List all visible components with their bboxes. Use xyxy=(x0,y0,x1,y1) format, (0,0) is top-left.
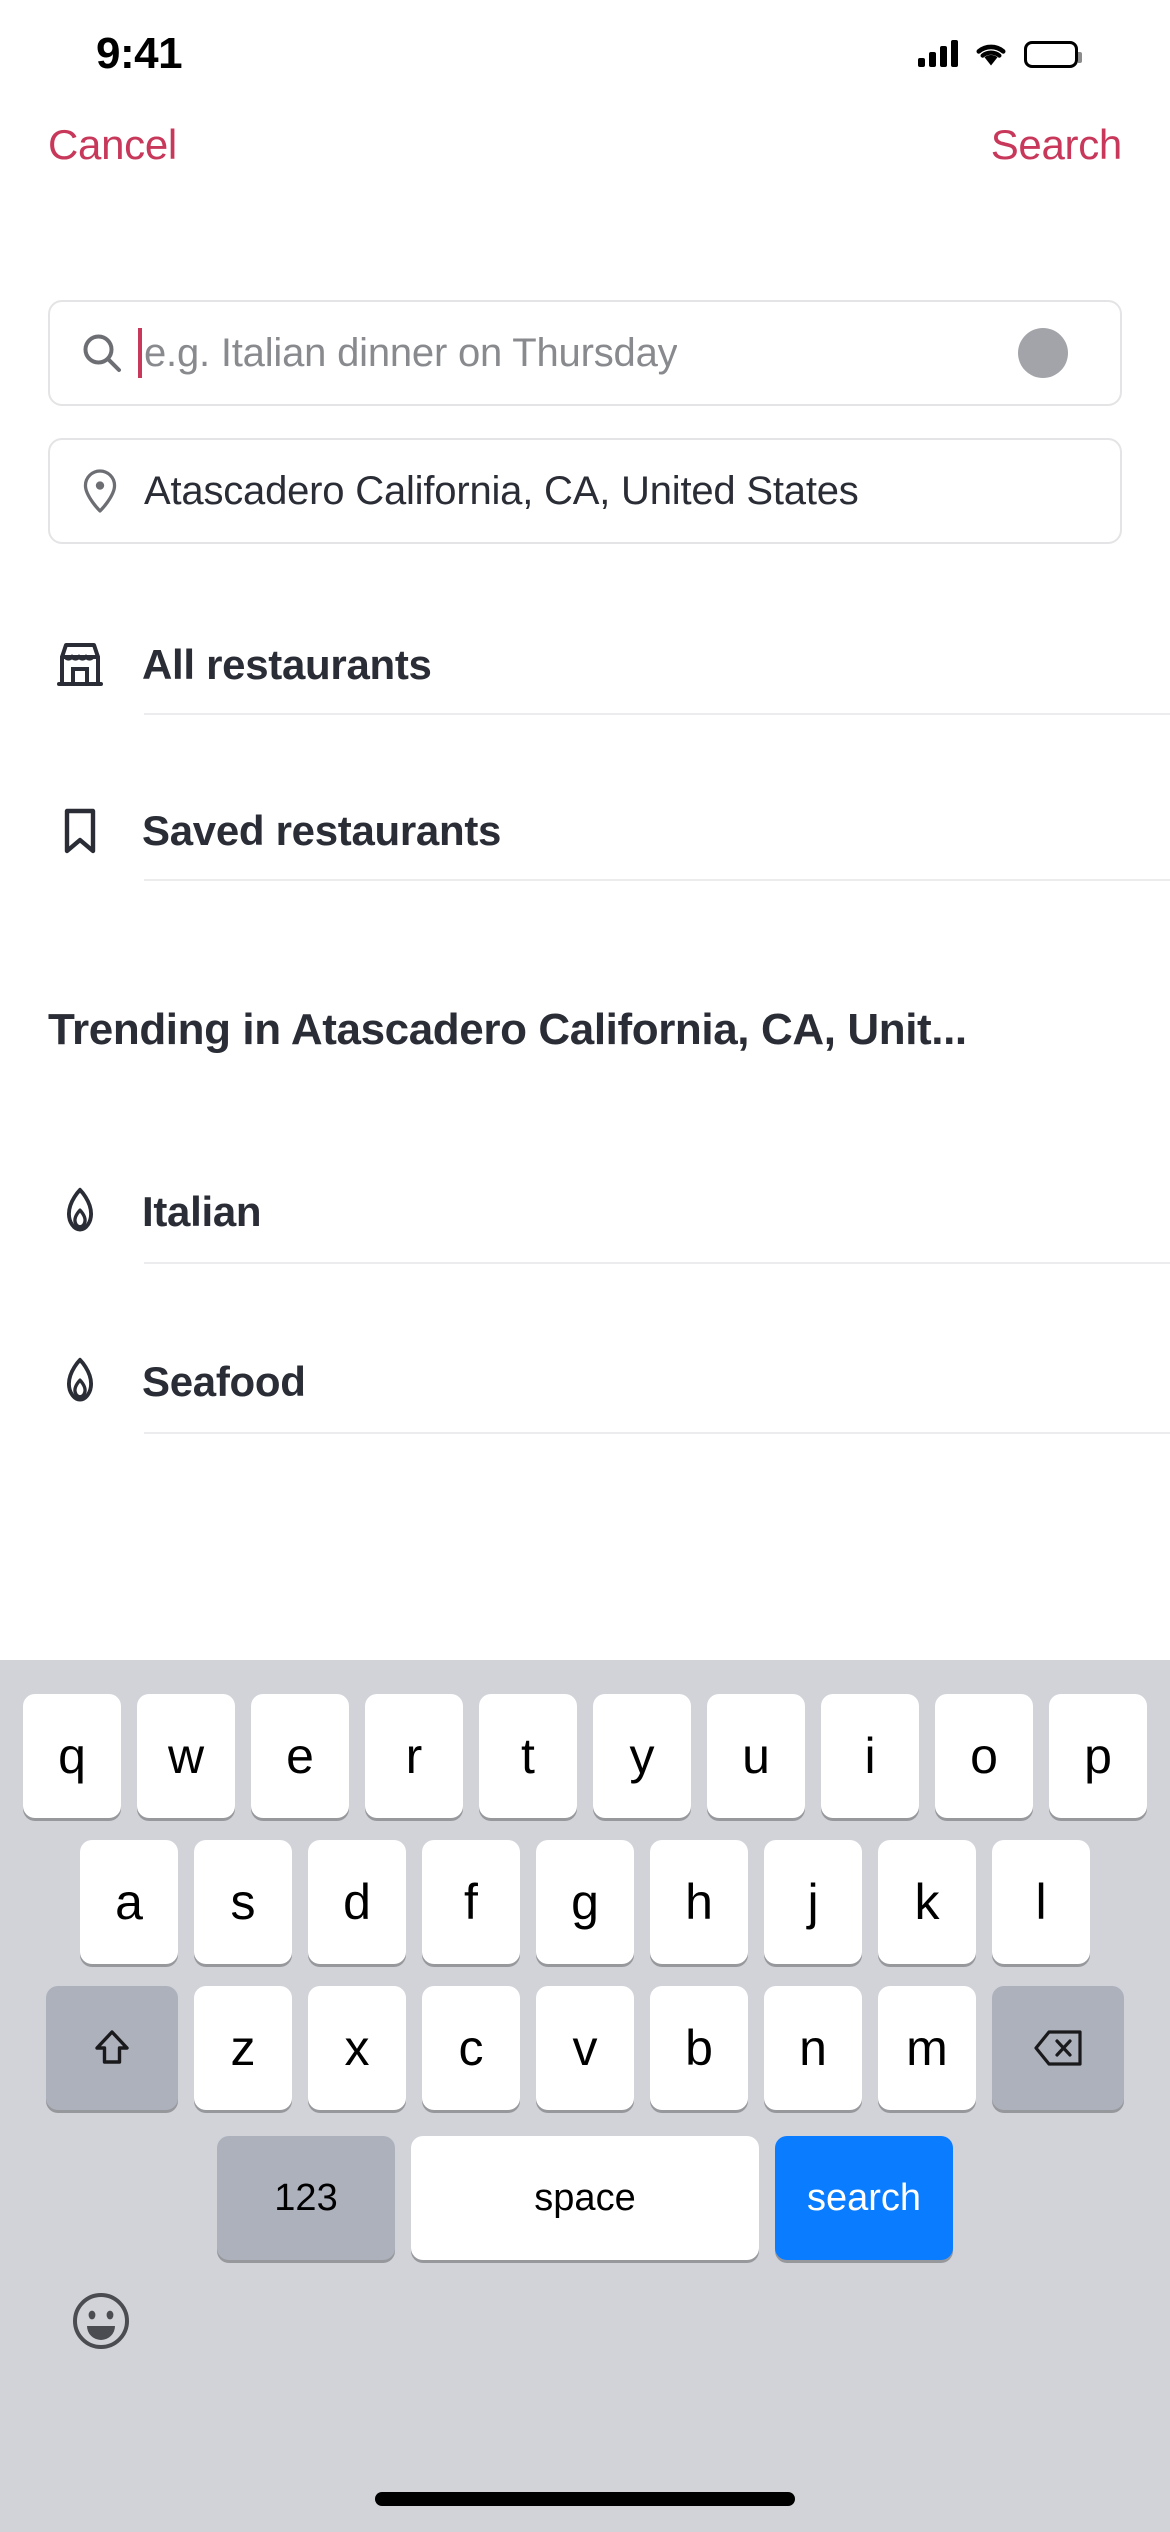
navigation-bar: Cancel Search xyxy=(0,100,1170,190)
row-divider xyxy=(144,1432,1170,1434)
key-b[interactable]: b xyxy=(650,1986,748,2110)
location-field-container[interactable]: Atascadero California, CA, United States xyxy=(48,438,1122,544)
key-l[interactable]: l xyxy=(992,1840,1090,1964)
key-k[interactable]: k xyxy=(878,1840,976,1964)
key-g[interactable]: g xyxy=(536,1840,634,1964)
trending-heading: Trending in Atascadero California, CA, U… xyxy=(48,1005,967,1054)
key-m[interactable]: m xyxy=(878,1986,976,2110)
home-indicator-bar xyxy=(375,2492,795,2506)
key-e[interactable]: e xyxy=(251,1694,349,1818)
trending-item-label: Seafood xyxy=(142,1358,306,1405)
flame-icon xyxy=(50,1355,110,1409)
storefront-icon xyxy=(50,639,110,691)
cellular-signal-icon xyxy=(918,40,958,67)
numbers-key[interactable]: 123 xyxy=(217,2136,395,2260)
search-fields: e.g. Italian dinner on Thursday Atascade… xyxy=(48,300,1122,544)
row-divider xyxy=(144,879,1170,881)
text-cursor xyxy=(138,328,142,378)
keyboard-row-2: a s d f g h j k l xyxy=(0,1840,1170,1964)
key-d[interactable]: d xyxy=(308,1840,406,1964)
key-j[interactable]: j xyxy=(764,1840,862,1964)
keyboard-row-1: q w e r t y u i o p xyxy=(0,1694,1170,1818)
key-w[interactable]: w xyxy=(137,1694,235,1818)
key-q[interactable]: q xyxy=(23,1694,121,1818)
clear-icon[interactable] xyxy=(1018,328,1068,378)
key-i[interactable]: i xyxy=(821,1694,919,1818)
keyboard-utility-row xyxy=(0,2290,1170,2352)
search-input[interactable]: e.g. Italian dinner on Thursday xyxy=(144,331,677,376)
emoji-smiley-icon[interactable] xyxy=(70,2290,132,2352)
key-z[interactable]: z xyxy=(194,1986,292,2110)
location-input[interactable]: Atascadero California, CA, United States xyxy=(144,469,859,514)
trending-list: Italian Seafood xyxy=(0,1160,1170,1434)
status-time: 9:41 xyxy=(96,29,183,78)
key-y[interactable]: y xyxy=(593,1694,691,1818)
quick-links-list: All restaurants Saved restaurants xyxy=(0,615,1170,881)
key-t[interactable]: t xyxy=(479,1694,577,1818)
location-pin-icon xyxy=(80,467,120,515)
menu-item-label: All restaurants xyxy=(142,641,432,688)
backspace-delete-icon[interactable] xyxy=(992,1986,1124,2110)
status-indicators xyxy=(918,40,1082,68)
menu-item-all-restaurants[interactable]: All restaurants xyxy=(0,615,1170,715)
trending-item-seafood[interactable]: Seafood xyxy=(0,1330,1170,1434)
search-icon xyxy=(80,331,124,375)
search-field-container[interactable]: e.g. Italian dinner on Thursday xyxy=(48,300,1122,406)
menu-item-saved-restaurants[interactable]: Saved restaurants xyxy=(0,781,1170,881)
keyboard-row-3: z x c v b n m xyxy=(0,1986,1170,2110)
trending-item-italian[interactable]: Italian xyxy=(0,1160,1170,1264)
key-u[interactable]: u xyxy=(707,1694,805,1818)
key-s[interactable]: s xyxy=(194,1840,292,1964)
row-divider xyxy=(144,1262,1170,1264)
key-c[interactable]: c xyxy=(422,1986,520,2110)
status-bar: 9:41 xyxy=(0,0,1170,100)
bookmark-icon xyxy=(50,805,110,857)
search-key[interactable]: search xyxy=(775,2136,953,2260)
key-a[interactable]: a xyxy=(80,1840,178,1964)
flame-icon xyxy=(50,1185,110,1239)
cancel-button[interactable]: Cancel xyxy=(48,121,177,169)
keyboard-row-4: 123 space search xyxy=(0,2136,1170,2260)
key-v[interactable]: v xyxy=(536,1986,634,2110)
shift-arrow-icon[interactable] xyxy=(46,1986,178,2110)
key-n[interactable]: n xyxy=(764,1986,862,2110)
key-h[interactable]: h xyxy=(650,1840,748,1964)
battery-full-icon xyxy=(1024,40,1082,68)
key-o[interactable]: o xyxy=(935,1694,1033,1818)
onscreen-keyboard: q w e r t y u i o p a s d f g h j k l z … xyxy=(0,1660,1170,2532)
search-submit-button[interactable]: Search xyxy=(991,121,1123,169)
menu-item-label: Saved restaurants xyxy=(142,807,502,854)
key-r[interactable]: r xyxy=(365,1694,463,1818)
space-key[interactable]: space xyxy=(411,2136,759,2260)
key-x[interactable]: x xyxy=(308,1986,406,2110)
trending-item-label: Italian xyxy=(142,1188,262,1235)
key-f[interactable]: f xyxy=(422,1840,520,1964)
wifi-icon xyxy=(974,41,1008,67)
row-divider xyxy=(144,713,1170,715)
key-p[interactable]: p xyxy=(1049,1694,1147,1818)
